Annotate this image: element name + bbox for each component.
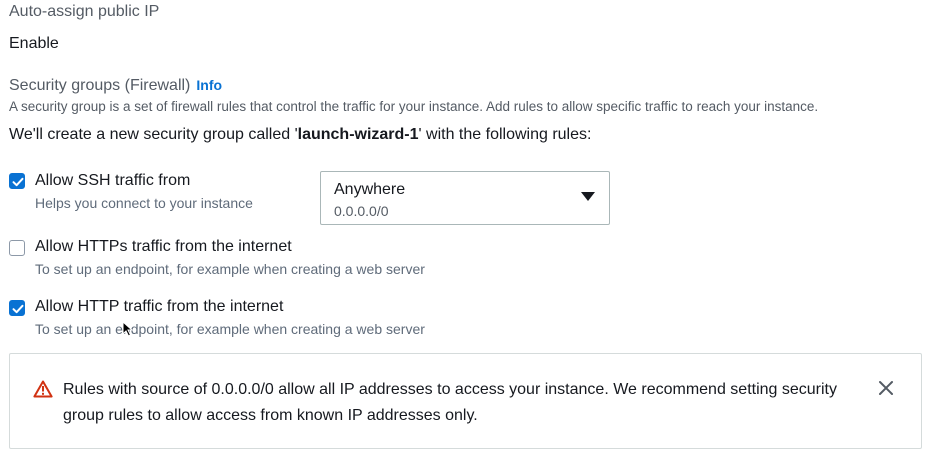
https-rule-label[interactable]: Allow HTTPs traffic from the internet bbox=[35, 238, 292, 256]
http-checkbox[interactable] bbox=[9, 300, 25, 316]
ssh-rule-label[interactable]: Allow SSH traffic from bbox=[35, 172, 190, 190]
ssh-rule-description: Helps you connect to your instance bbox=[35, 195, 253, 211]
caret-down-icon bbox=[581, 192, 595, 201]
http-rule-description: To set up an endpoint, for example when … bbox=[35, 321, 425, 337]
security-groups-heading: Security groups (Firewall) Info bbox=[9, 77, 222, 95]
https-checkbox[interactable] bbox=[9, 240, 25, 256]
check-icon bbox=[12, 304, 24, 314]
alert-message: Rules with source of 0.0.0.0/0 allow all… bbox=[63, 381, 837, 424]
warning-triangle-icon bbox=[33, 380, 53, 398]
create-security-group-text: We'll create a new security group called… bbox=[9, 126, 591, 144]
open-ip-warning-alert: Rules with source of 0.0.0.0/0 allow all… bbox=[9, 353, 922, 449]
ssh-checkbox[interactable] bbox=[9, 173, 25, 189]
create-prefix: We'll create a new security group called… bbox=[9, 126, 298, 143]
auto-assign-ip-value: Enable bbox=[9, 35, 59, 52]
https-rule-description: To set up an endpoint, for example when … bbox=[35, 261, 425, 277]
create-suffix: ' with the following rules: bbox=[418, 126, 592, 143]
security-groups-title: Security groups (Firewall) bbox=[9, 77, 191, 94]
ssh-source-select[interactable]: Anywhere 0.0.0.0/0 bbox=[320, 171, 610, 225]
mouse-cursor-icon bbox=[122, 321, 134, 337]
info-link[interactable]: Info bbox=[196, 77, 222, 93]
security-groups-description: A security group is a set of firewall ru… bbox=[9, 99, 819, 114]
ssh-source-cidr: 0.0.0.0/0 bbox=[334, 203, 389, 219]
security-group-name: launch-wizard-1 bbox=[297, 126, 419, 143]
check-icon bbox=[12, 177, 24, 187]
auto-assign-ip-label: Auto-assign public IP bbox=[9, 3, 160, 20]
close-icon[interactable] bbox=[878, 380, 894, 396]
http-rule-label[interactable]: Allow HTTP traffic from the internet bbox=[35, 298, 283, 316]
ssh-source-selected: Anywhere bbox=[334, 181, 406, 198]
